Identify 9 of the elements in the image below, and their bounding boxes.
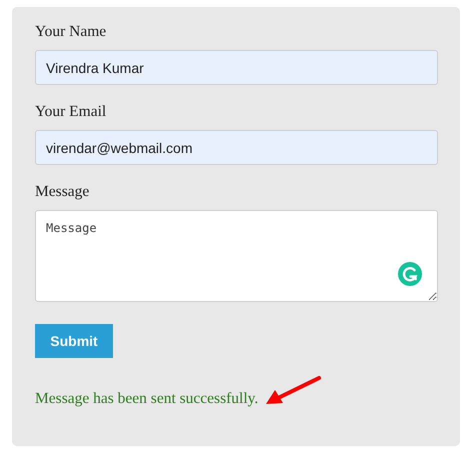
- arrow-icon: [264, 375, 322, 406]
- message-field[interactable]: Message: [35, 210, 438, 302]
- field-label: Message: [35, 183, 90, 201]
- success-message: Message has been sent successfully.: [35, 390, 258, 408]
- grammar-check-icon[interactable]: [398, 262, 422, 286]
- text-field[interactable]: virendar@webmail.com: [35, 130, 438, 165]
- text-field[interactable]: Virendra Kumar: [35, 50, 438, 85]
- field-label: Your Name: [35, 23, 108, 41]
- field-label: Your Email: [35, 103, 108, 121]
